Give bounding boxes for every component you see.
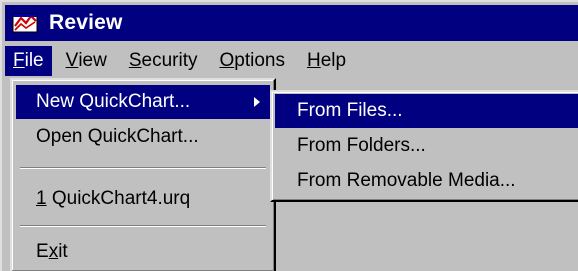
menu-separator [20, 225, 266, 227]
from-removable-media-label: From Removable Media... [297, 170, 516, 191]
review-app-icon [11, 10, 41, 36]
submenu-item-from-folders[interactable]: From Folders... [275, 129, 578, 163]
menu-item-open-quickchart[interactable]: Open QuickChart... [16, 120, 270, 154]
from-folders-label: From Folders... [297, 135, 426, 156]
menu-item-exit[interactable]: Ex it [16, 235, 270, 269]
window-title: Review [49, 11, 123, 34]
menu-security-accel: S [128, 50, 142, 71]
review-window: Review File View Security Options Help N… [0, 0, 578, 271]
open-quickchart-label: Open QuickChart... [36, 126, 199, 147]
file-dropdown-menu: New QuickChart... Open QuickChart... 1 Q… [10, 78, 276, 271]
submenu-item-from-files[interactable]: From Files... [275, 94, 578, 128]
menu-help-label: elp [320, 50, 347, 71]
exit-accel: x [48, 241, 59, 262]
menu-view[interactable]: View [58, 46, 115, 76]
menu-options-accel: O [219, 50, 235, 71]
menu-item-recent-1[interactable]: 1 QuickChart4.urq [16, 182, 270, 216]
menu-bar: File View Security Options Help [5, 45, 578, 77]
menu-security[interactable]: Security [121, 46, 206, 76]
menu-file-accel: F [13, 50, 25, 71]
menu-options-label: ptions [234, 50, 285, 71]
menu-help-accel: H [306, 50, 321, 71]
menu-file[interactable]: File [5, 46, 52, 76]
submenu-item-from-removable-media[interactable]: From Removable Media... [275, 164, 578, 198]
menu-view-label: iew [78, 50, 107, 71]
exit-label-end: it [58, 241, 68, 262]
recent-1-label: QuickChart4.urq [46, 188, 191, 209]
recent-1-accel: 1 [36, 188, 47, 209]
from-files-label: From Files... [297, 100, 403, 121]
menu-view-accel: V [65, 50, 79, 71]
chevron-right-icon [254, 97, 260, 107]
exit-label-start: E [36, 241, 49, 262]
menu-help[interactable]: Help [299, 46, 354, 76]
menu-file-label: ile [24, 50, 44, 71]
new-quickchart-submenu: From Files... From Folders... From Remov… [270, 90, 578, 202]
menu-item-new-quickchart[interactable]: New QuickChart... [16, 85, 270, 119]
new-quickchart-label: New QuickChart... [36, 91, 191, 112]
title-bar[interactable]: Review [5, 5, 578, 41]
menu-security-label: ecurity [141, 50, 198, 71]
menu-options[interactable]: Options [211, 46, 292, 76]
menu-separator [20, 167, 266, 169]
